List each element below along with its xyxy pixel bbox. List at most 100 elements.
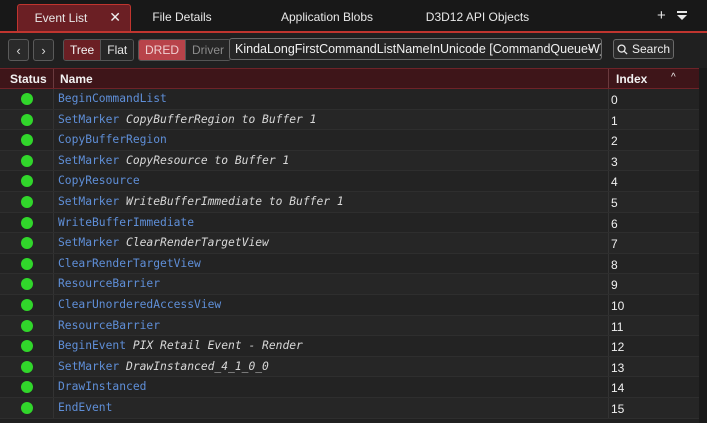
cell-separator	[608, 315, 609, 336]
tab-application-blobs[interactable]: Application Blobs	[267, 5, 387, 28]
cell-separator	[608, 356, 609, 377]
cell-separator	[53, 191, 54, 212]
sort-ascending-icon[interactable]: ^	[671, 72, 676, 83]
column-separator[interactable]	[53, 69, 54, 88]
table-row[interactable]: WriteBufferImmediate 6	[0, 212, 699, 234]
tab-d3d12-api-objects[interactable]: D3D12 API Objects	[420, 5, 535, 28]
dropdown-menu-icon[interactable]	[677, 11, 687, 20]
command-list-select[interactable]: KindaLongFirstCommandListNameInUnicode […	[229, 38, 602, 60]
status-ok-icon	[21, 154, 33, 167]
table-row[interactable]: DrawInstanced 14	[0, 377, 699, 398]
event-index: 15	[611, 401, 625, 416]
driver-button[interactable]: Driver	[186, 40, 231, 60]
event-command: CopyResource	[58, 174, 140, 188]
cell-separator	[53, 171, 54, 191]
event-command: EndEvent	[58, 400, 113, 414]
event-index: 13	[611, 360, 625, 375]
chevron-left-icon: ‹	[16, 42, 21, 58]
event-index: 4	[611, 175, 618, 190]
chevron-right-icon: ›	[41, 42, 46, 58]
table-row[interactable]: SetMarker CopyBufferRegion to Buffer 1 1	[0, 109, 699, 131]
event-name: SetMarker WriteBufferImmediate to Buffer…	[58, 195, 344, 208]
event-command: ResourceBarrier	[58, 277, 161, 291]
cell-separator	[608, 171, 609, 191]
status-ok-icon	[21, 401, 33, 414]
plus-icon[interactable]: +	[657, 8, 666, 24]
table-row[interactable]: ClearUnorderedAccessView 10	[0, 294, 699, 316]
cell-separator	[53, 109, 54, 130]
table-row[interactable]: SetMarker WriteBufferImmediate to Buffer…	[0, 191, 699, 213]
event-index: 0	[611, 93, 618, 107]
status-ok-icon	[21, 298, 33, 311]
table-row[interactable]: ResourceBarrier 11	[0, 315, 699, 337]
tab-label: Event List	[34, 11, 88, 25]
table-row[interactable]: SetMarker ClearRenderTargetView 7	[0, 233, 699, 254]
event-name: ClearUnorderedAccessView	[58, 298, 221, 311]
cell-separator	[608, 109, 609, 130]
cell-separator	[53, 212, 54, 233]
event-command: SetMarker	[58, 359, 120, 373]
cell-separator	[608, 89, 609, 109]
event-name: SetMarker DrawInstanced_4_1_0_0	[58, 360, 269, 373]
search-button[interactable]: Search	[613, 39, 674, 59]
table-row[interactable]: SetMarker DrawInstanced_4_1_0_0 13	[0, 356, 699, 378]
event-name: SetMarker CopyBufferRegion to Buffer 1	[58, 113, 316, 126]
cell-separator	[608, 150, 609, 171]
tree-view-button[interactable]: Tree	[64, 40, 102, 60]
event-name: WriteBufferImmediate	[58, 216, 194, 229]
view-mode-toggle: Tree Flat	[63, 39, 135, 61]
status-ok-icon	[21, 360, 33, 373]
table-row[interactable]: EndEvent 15	[0, 397, 699, 419]
event-index: 11	[611, 319, 624, 334]
cell-separator	[53, 294, 54, 315]
tab-file-details[interactable]: File Details	[137, 5, 227, 28]
column-separator[interactable]	[608, 69, 609, 88]
dred-button[interactable]: DRED	[139, 40, 187, 60]
status-ok-icon	[21, 175, 33, 188]
cell-separator	[608, 397, 609, 418]
event-index: 1	[611, 113, 618, 128]
table-row[interactable]: ResourceBarrier 9	[0, 274, 699, 295]
back-button[interactable]: ‹	[8, 39, 29, 61]
cell-separator	[608, 212, 609, 233]
toolbar: ‹ › Tree Flat DRED Driver KindaLongFirst…	[0, 33, 707, 66]
tab-event-list[interactable]: Event List ✕	[17, 4, 131, 31]
column-header-name[interactable]: Name	[60, 72, 93, 86]
event-command: CopyBufferRegion	[58, 133, 167, 147]
event-name: CopyResource	[58, 174, 140, 187]
table-row[interactable]: ClearRenderTargetView 8	[0, 253, 699, 275]
event-index: 7	[611, 237, 618, 252]
vertical-scrollbar[interactable]	[699, 68, 707, 423]
event-index: 3	[611, 154, 618, 169]
status-ok-icon	[21, 257, 33, 270]
event-command: DrawInstanced	[58, 380, 147, 394]
event-arguments: WriteBufferImmediate to Buffer 1	[119, 194, 344, 208]
cell-separator	[608, 233, 609, 253]
cell-separator	[608, 294, 609, 315]
table-row[interactable]: CopyResource 4	[0, 171, 699, 192]
event-index: 6	[611, 216, 618, 231]
column-header-index[interactable]: Index	[616, 72, 647, 86]
event-list: BeginCommandList 0 SetMarker CopyBufferReg…	[0, 89, 699, 419]
search-label: Search	[631, 42, 671, 56]
table-row[interactable]: CopyBufferRegion 2	[0, 130, 699, 151]
close-icon[interactable]: ✕	[109, 9, 121, 25]
event-command: ClearUnorderedAccessView	[58, 297, 222, 311]
table-row[interactable]: BeginCommandList 0	[0, 89, 699, 110]
event-command: BeginCommandList	[58, 92, 167, 105]
forward-button[interactable]: ›	[33, 39, 54, 61]
cell-separator	[53, 336, 54, 356]
event-name: ResourceBarrier	[58, 319, 160, 332]
table-row[interactable]: BeginEvent PIX Retail Event - Render 12	[0, 336, 699, 357]
cell-separator	[608, 274, 609, 294]
column-header-status[interactable]: Status	[10, 72, 47, 86]
event-index: 14	[611, 381, 625, 396]
cell-separator	[608, 130, 609, 150]
cell-separator	[53, 233, 54, 253]
flat-view-button[interactable]: Flat	[101, 40, 134, 60]
cell-separator	[608, 336, 609, 356]
event-command: BeginEvent	[58, 339, 127, 353]
event-index: 10	[611, 298, 625, 313]
table-row[interactable]: SetMarker CopyResource to Buffer 1 3	[0, 150, 699, 172]
status-ok-icon	[21, 195, 33, 208]
